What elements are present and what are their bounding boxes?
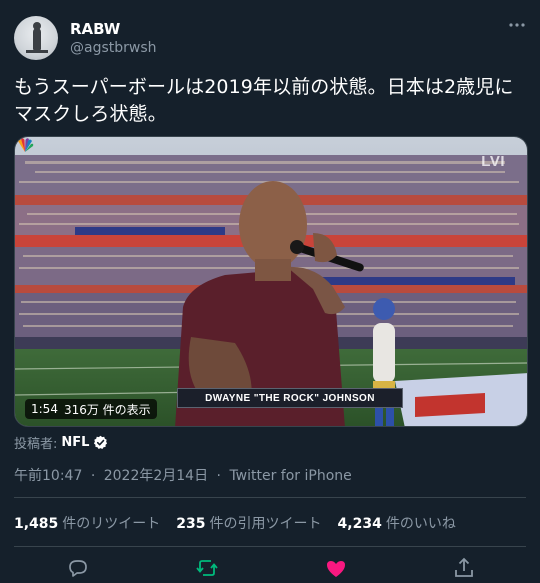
like-count-label: 件のいいね xyxy=(385,516,456,532)
video-stats-badge: 1:54 316万 件の表示 xyxy=(25,399,157,419)
quote-count-number: 235 xyxy=(176,516,206,532)
quote-count[interactable]: 235 件の引用ツイート xyxy=(176,513,321,533)
tweet-timestamp: 午前10:47 · 2022年2月14日 · Twitter for iPhon… xyxy=(14,468,352,484)
lower-third-caption: DWAYNE "THE ROCK" JOHNSON xyxy=(177,388,403,408)
verified-badge-icon xyxy=(94,435,108,449)
retweet-count-number: 1,485 xyxy=(14,516,59,532)
engagement-stats: 1,485 件のリツイート 235 件の引用ツイート 4,234 件のいいね xyxy=(14,513,456,533)
share-icon[interactable] xyxy=(452,556,476,580)
video-frame xyxy=(15,137,527,426)
action-bar xyxy=(0,553,540,583)
author-handle[interactable]: @agstbrwsh xyxy=(70,40,157,56)
peacock-logo-icon xyxy=(18,138,34,152)
author-display-name[interactable]: RABW xyxy=(70,20,120,38)
tweet-text: もうスーパーボールは2019年以前の状態。日本は2歳児にマスクしろ状態。 xyxy=(14,76,514,125)
divider-bottom xyxy=(14,546,526,547)
retweet-count[interactable]: 1,485 件のリツイート xyxy=(14,513,160,533)
tweet-video[interactable]: LVI DWAYNE "THE ROCK" JOHNSON 1:54 316万 … xyxy=(14,136,528,427)
reply-icon[interactable] xyxy=(66,556,90,580)
tweet-time[interactable]: 午前10:47 xyxy=(14,468,82,484)
more-icon[interactable] xyxy=(508,20,526,30)
contributed-label: 投稿者: xyxy=(14,437,58,452)
contributed-by: 投稿者: NFL xyxy=(14,433,108,452)
like-count-number: 4,234 xyxy=(337,516,382,532)
like-icon[interactable] xyxy=(324,556,348,580)
tweet-source[interactable]: Twitter for iPhone xyxy=(229,468,351,484)
network-logo: LVI xyxy=(481,153,505,170)
divider-top xyxy=(14,497,526,498)
avatar[interactable] xyxy=(14,16,58,60)
contributed-name[interactable]: NFL xyxy=(61,435,89,450)
tweet-detail: RABW @agstbrwsh もうスーパーボールは2019年以前の状態。日本は… xyxy=(0,0,540,583)
like-count[interactable]: 4,234 件のいいね xyxy=(338,513,456,533)
tweet-date[interactable]: 2022年2月14日 xyxy=(104,468,208,484)
retweet-icon[interactable] xyxy=(195,556,219,580)
retweet-count-label: 件のリツイート xyxy=(62,516,161,532)
quote-count-label: 件の引用ツイート xyxy=(209,516,322,532)
video-duration: 1:54 xyxy=(31,402,58,416)
tweet-header: RABW @agstbrwsh xyxy=(14,16,526,62)
video-views: 316万 件の表示 xyxy=(63,402,151,417)
